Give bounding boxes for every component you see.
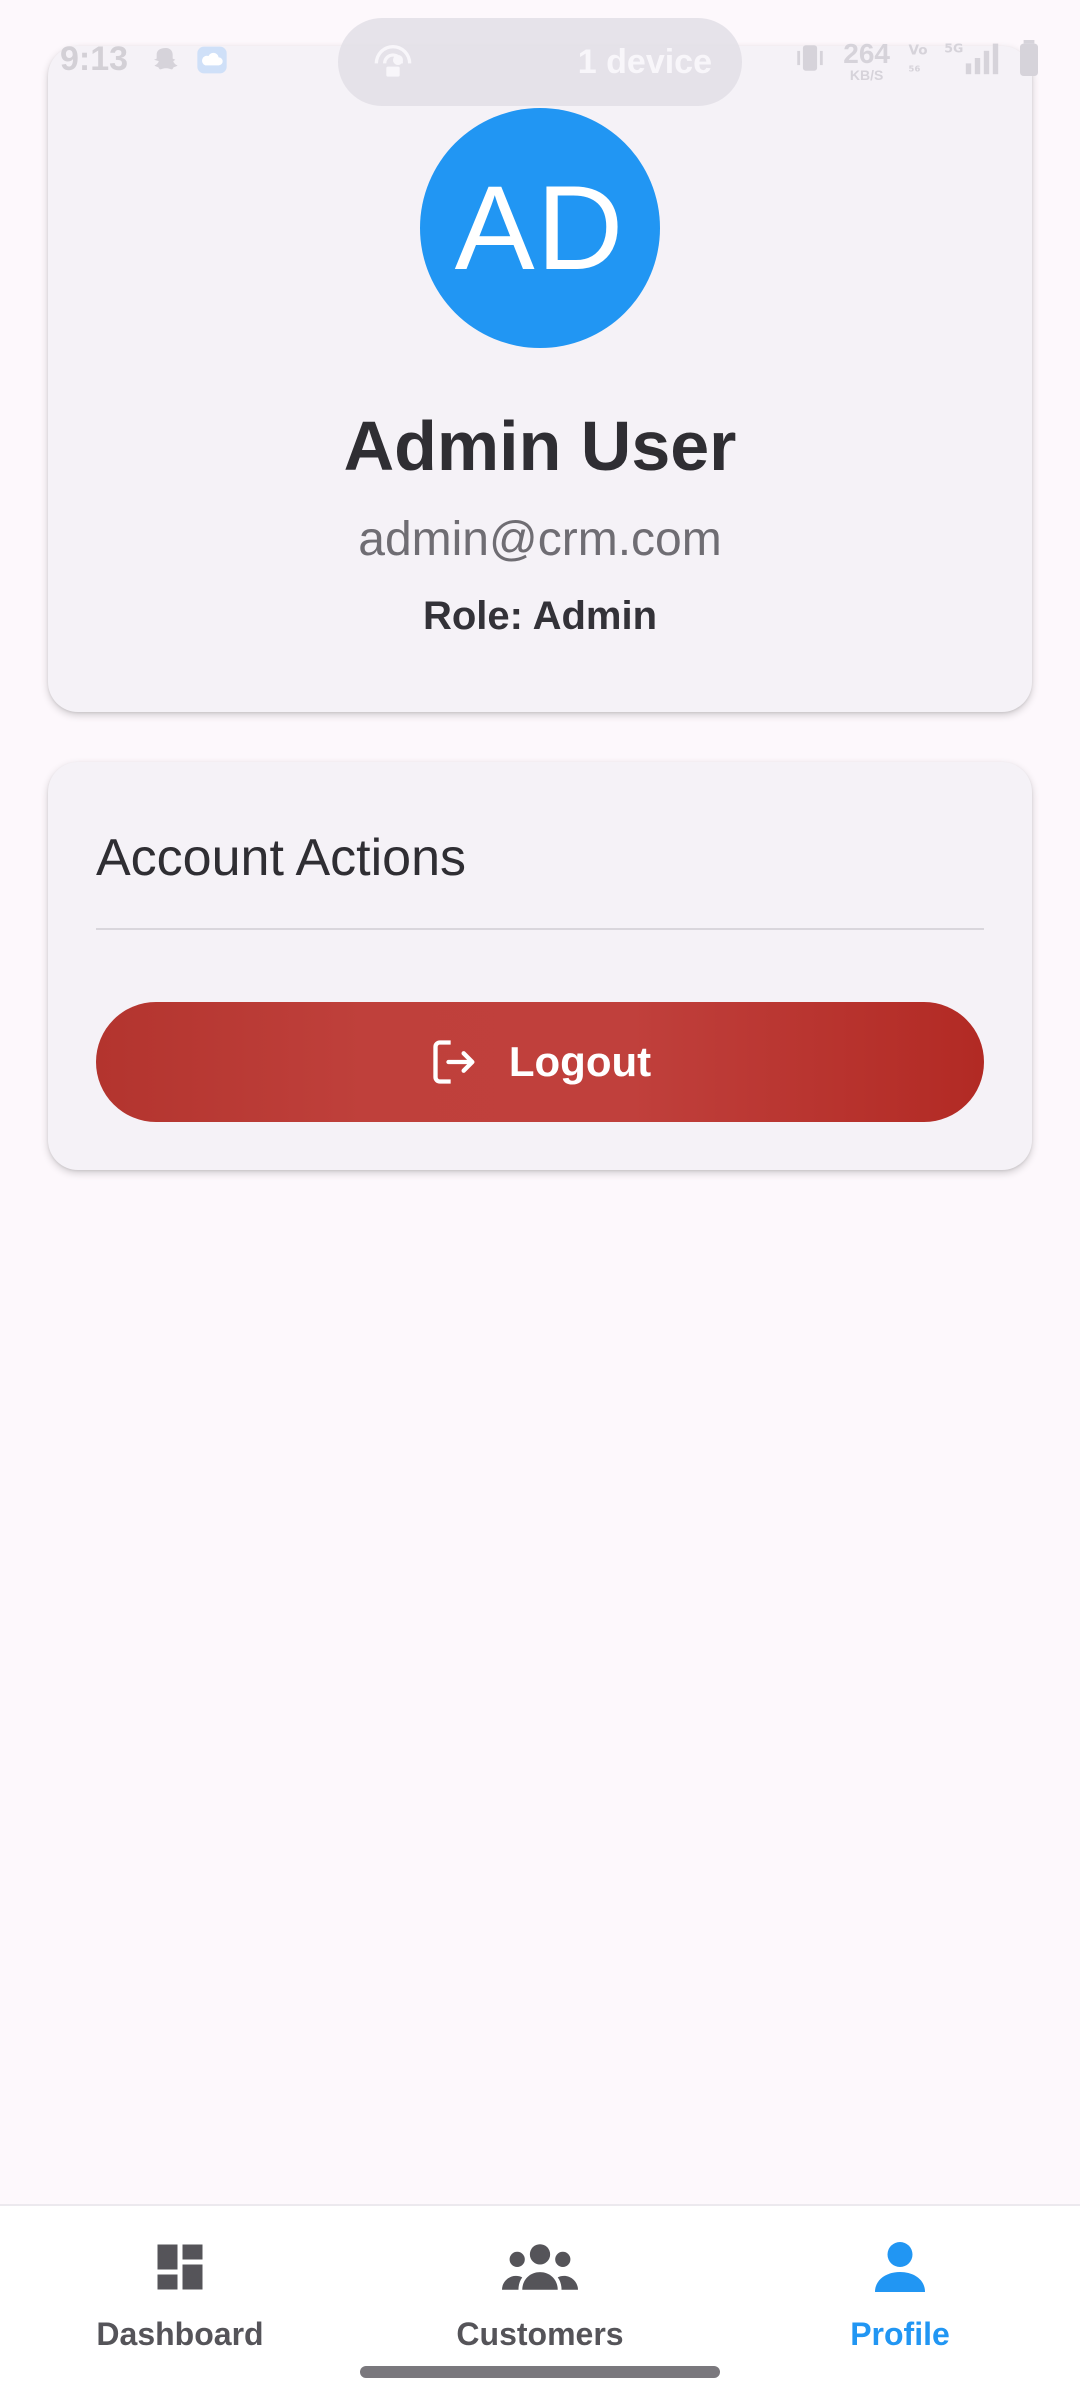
nav-label-dashboard: Dashboard xyxy=(96,2316,264,2352)
nav-label-customers: Customers xyxy=(456,2316,624,2352)
nav-item-dashboard[interactable]: Dashboard xyxy=(0,2206,360,2400)
user-email: admin@crm.com xyxy=(358,513,722,566)
account-actions-card: Account Actions Logout xyxy=(48,762,1032,1170)
user-role: Role: Admin xyxy=(422,594,658,638)
profile-screen: 9:13 264 KB/S Vo ₅₆ 5G 1 device AD Admin… xyxy=(0,0,1080,2400)
logout-icon xyxy=(429,1036,481,1088)
people-icon xyxy=(502,2232,578,2302)
section-title: Account Actions xyxy=(96,829,466,887)
connected-devices-pill[interactable]: 1 device xyxy=(338,18,742,106)
hotspot-icon xyxy=(368,40,418,85)
avatar: AD xyxy=(420,108,660,348)
device-count-label: 1 device xyxy=(577,42,712,81)
dashboard-icon xyxy=(150,2232,210,2302)
divider xyxy=(96,928,984,930)
nav-label-profile: Profile xyxy=(850,2316,950,2352)
home-indicator[interactable] xyxy=(360,2366,720,2378)
user-name: Admin User xyxy=(343,407,737,485)
profile-card: AD Admin User admin@crm.com Role: Admin xyxy=(48,46,1032,712)
person-icon xyxy=(870,2232,930,2302)
nav-item-profile[interactable]: Profile xyxy=(720,2206,1080,2400)
logout-label: Logout xyxy=(508,1038,652,1085)
logout-button[interactable]: Logout xyxy=(96,1002,984,1122)
